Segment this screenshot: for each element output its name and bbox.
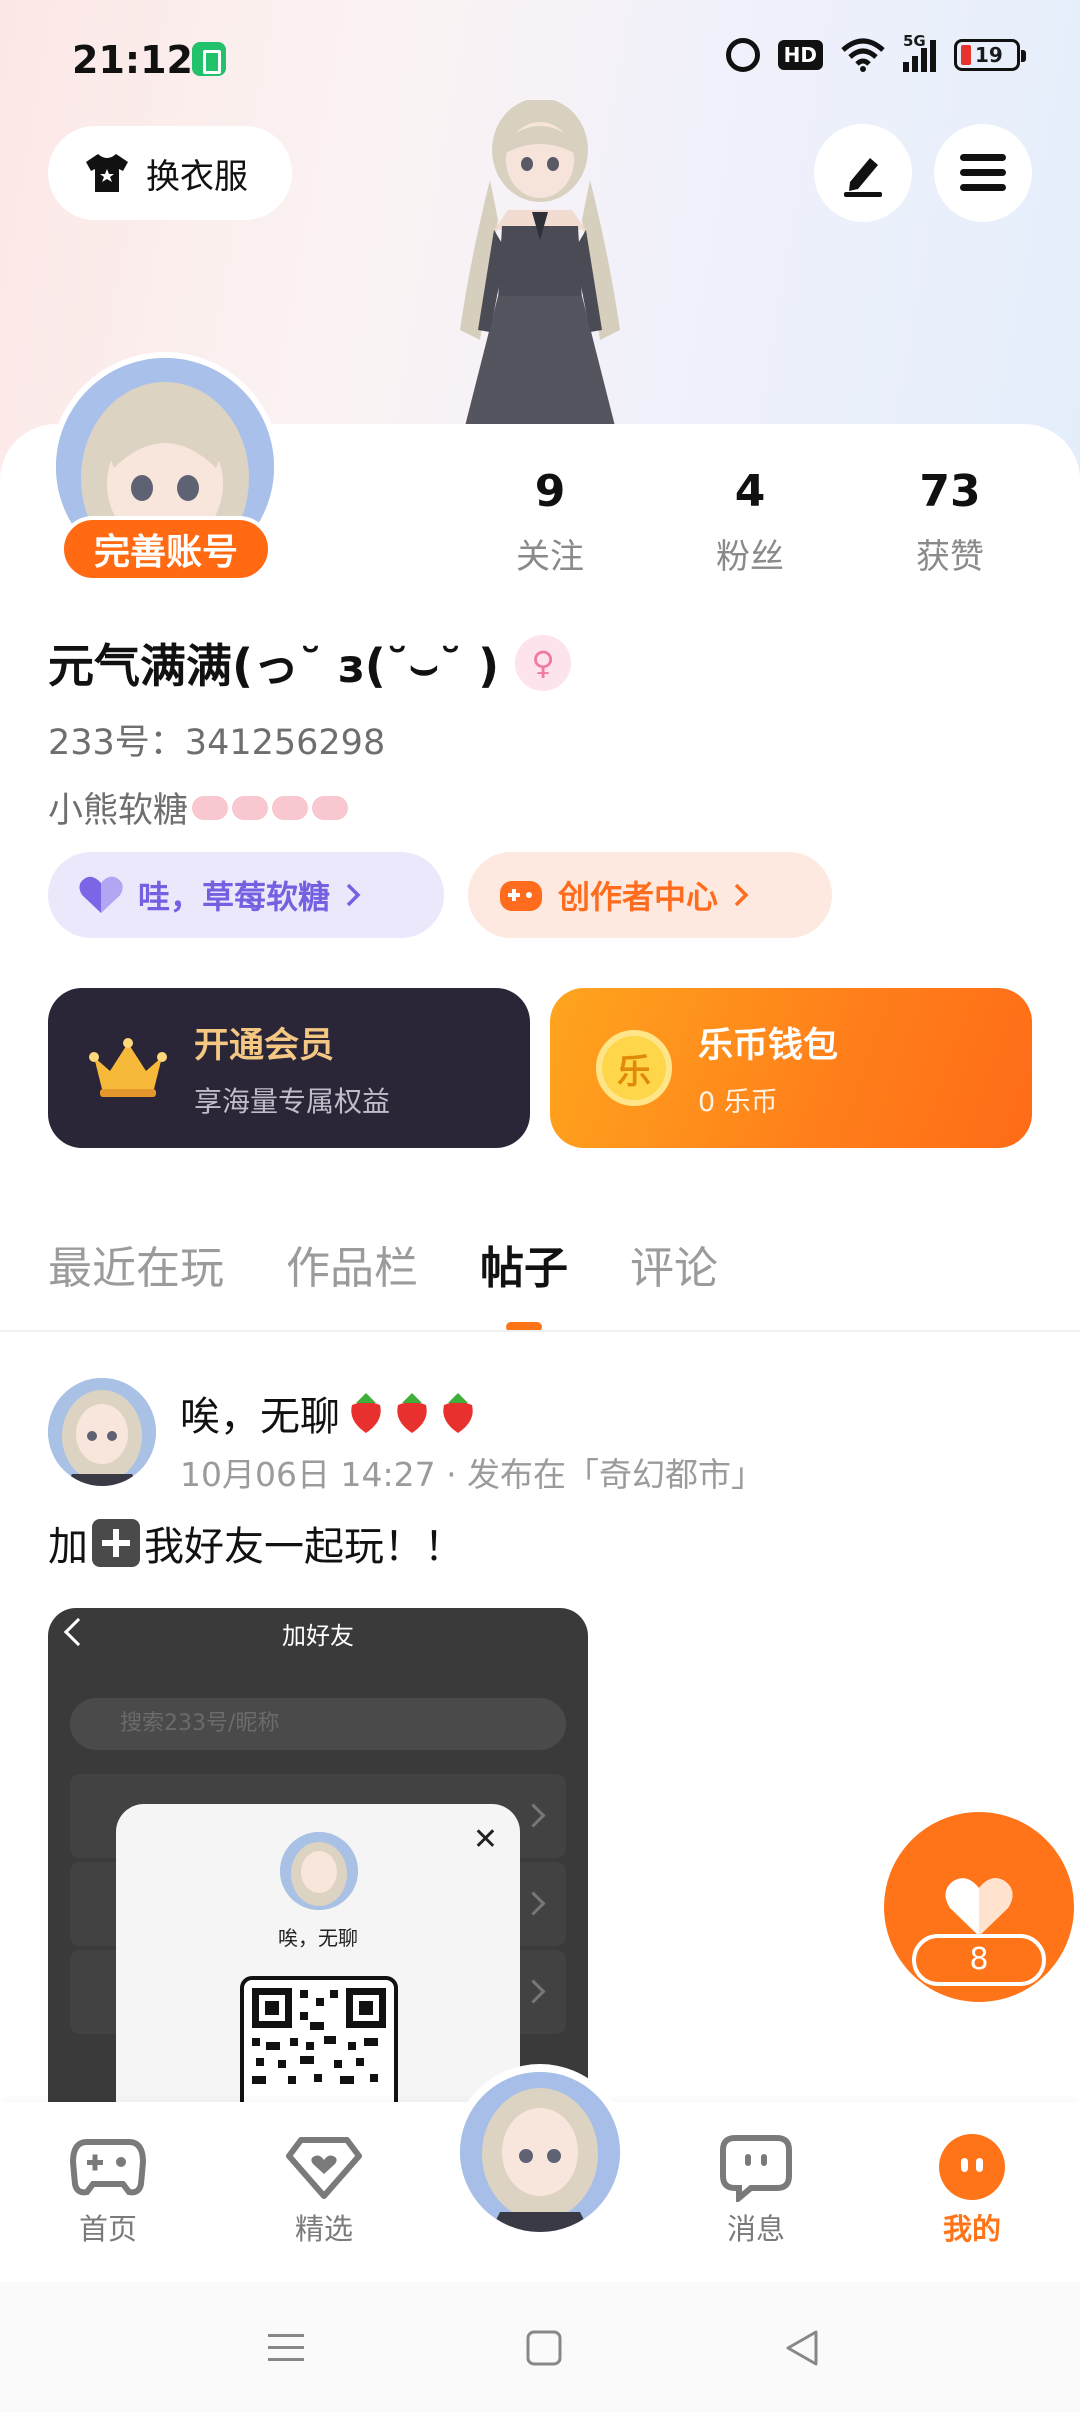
complete-account-badge[interactable]: 完善账号 (60, 516, 272, 582)
nickname: 元气满满(っ˘ з(˘⌣˘ ) (48, 639, 500, 693)
wallet-card[interactable]: 乐 乐币钱包 0 乐币 (550, 988, 1032, 1148)
heart-gem-icon (286, 2137, 362, 2199)
post-text-before: 加 (48, 1524, 88, 1570)
profile-stats: 9 关注 4 粉丝 73 获赞 (470, 466, 1030, 578)
nickname-row: 元气满满(っ˘ з(˘⌣˘ ) ♀ (48, 630, 572, 696)
image-search-bar: 搜索233号/昵称 (70, 1698, 566, 1750)
vip-subtitle: 享海量专属权益 (194, 1084, 391, 1118)
gamepad-icon (69, 2139, 147, 2196)
post-body[interactable]: 加 我好友一起玩！！ (48, 1514, 464, 1572)
stat-label: 获赞 (916, 537, 984, 577)
female-gender-icon: ♀ (515, 635, 572, 691)
le-coin-icon: 乐 (596, 1030, 672, 1106)
candy-icon (232, 795, 269, 820)
strawberry-icon (351, 1393, 381, 1433)
close-icon: ✕ (472, 1822, 498, 1857)
nav-avatar-button[interactable] (452, 2064, 628, 2240)
tab-divider (0, 1330, 1080, 1332)
back-triangle-icon[interactable] (780, 2326, 824, 2370)
image-header: 加好友 (282, 1622, 354, 1650)
sweet-candy-pill[interactable]: 哇，草莓软糖 (48, 852, 444, 938)
creator-center-pill[interactable]: 创作者中心 (468, 852, 832, 938)
hamburger-menu-icon (960, 154, 1006, 191)
tab-comments[interactable]: 评论 (630, 1232, 718, 1296)
user-id[interactable]: 233号：341256298 (48, 714, 385, 765)
stat-fans[interactable]: 4 粉丝 (670, 466, 830, 578)
chevron-right-icon (346, 883, 361, 907)
chat-bubble-icon (720, 2135, 792, 2202)
menu-button[interactable] (934, 124, 1032, 222)
nav-label: 消息 (726, 2212, 785, 2246)
stat-label: 粉丝 (716, 537, 784, 577)
post-author-avatar[interactable] (48, 1378, 156, 1486)
nav-messages[interactable]: 消息 (676, 2132, 836, 2248)
network-type-label: 5G (903, 32, 926, 50)
vip-title: 开通会员 (194, 1025, 335, 1066)
heart-icon (79, 876, 123, 913)
crown-icon (89, 1038, 167, 1097)
avatar-3d-figure[interactable] (420, 100, 660, 430)
post-title-text: 唉，无聊 (180, 1394, 340, 1440)
post-title[interactable]: 唉，无聊 (180, 1384, 478, 1442)
profile-face-icon (939, 2134, 1005, 2200)
dress-up-button[interactable]: 换衣服 (48, 126, 292, 220)
battery-level: 19 (975, 43, 1003, 67)
avatar (460, 2072, 620, 2232)
profile-tabs: 最近在玩 作品栏 帖子 评论 (48, 1232, 718, 1332)
profile-avatar[interactable]: 完善账号 (50, 352, 280, 582)
system-navigation-bar (0, 2282, 1080, 2412)
bio-text: 小熊软糖 (48, 791, 189, 831)
tab-works[interactable]: 作品栏 (286, 1232, 418, 1296)
stat-value: 73 (919, 466, 981, 517)
nav-label: 精选 (294, 2212, 353, 2246)
post-meta: 10月06日 14:27 · 发布在「奇幻都市」 (180, 1455, 765, 1494)
edit-profile-button[interactable] (814, 124, 912, 222)
bio: 小熊软糖 (48, 782, 349, 833)
cellular-signal-icon: 5G (903, 32, 936, 72)
status-icons: HD 5G 19 (725, 32, 1026, 72)
post-text-after: 我好友一起玩！！ (144, 1524, 464, 1570)
shirt-icon (86, 154, 128, 192)
battery-saver-icon (192, 42, 226, 76)
tab-recently-played[interactable]: 最近在玩 (48, 1232, 224, 1296)
heart-icon (945, 1878, 1013, 1936)
recent-apps-icon[interactable] (264, 2326, 308, 2370)
game-controller-icon (500, 881, 542, 911)
hd-icon: HD (777, 40, 823, 70)
vip-membership-card[interactable]: 开通会员 享海量专属权益 (48, 988, 530, 1148)
candy-icon (192, 795, 229, 820)
image-popup-avatar (280, 1832, 358, 1910)
stat-value: 4 (734, 466, 766, 517)
alarm-icon (725, 38, 760, 72)
chevron-right-icon (734, 883, 749, 907)
nav-home[interactable]: 首页 (28, 2132, 188, 2248)
nav-label: 首页 (78, 2212, 137, 2246)
like-count: 8 (912, 1934, 1046, 1986)
wifi-icon (841, 38, 885, 72)
wallet-balance: 0 乐币 (698, 1087, 778, 1118)
sweet-pill-label: 哇，草莓软糖 (138, 878, 331, 916)
candy-icon (312, 795, 349, 820)
nav-label: 我的 (942, 2212, 1001, 2246)
battery-icon: 19 (954, 39, 1026, 71)
status-time: 21:12 (72, 38, 193, 82)
dress-up-label: 换衣服 (146, 156, 248, 197)
strawberry-icon (443, 1393, 473, 1433)
pencil-icon (844, 158, 882, 197)
stat-value: 9 (534, 466, 566, 517)
plus-icon (92, 1519, 140, 1567)
nav-featured[interactable]: 精选 (244, 2132, 404, 2248)
candy-icon (272, 795, 309, 820)
stat-following[interactable]: 9 关注 (470, 466, 630, 578)
tab-posts[interactable]: 帖子 (480, 1232, 568, 1332)
creator-pill-label: 创作者中心 (558, 878, 719, 916)
image-popup-name: 唉，无聊 (278, 1926, 358, 1950)
wallet-title: 乐币钱包 (698, 1026, 839, 1066)
home-square-icon[interactable] (522, 2326, 566, 2370)
strawberry-icon (397, 1393, 427, 1433)
stat-likes[interactable]: 73 获赞 (870, 466, 1030, 578)
stat-label: 关注 (516, 537, 584, 577)
nav-profile[interactable]: 我的 (892, 2132, 1052, 2248)
